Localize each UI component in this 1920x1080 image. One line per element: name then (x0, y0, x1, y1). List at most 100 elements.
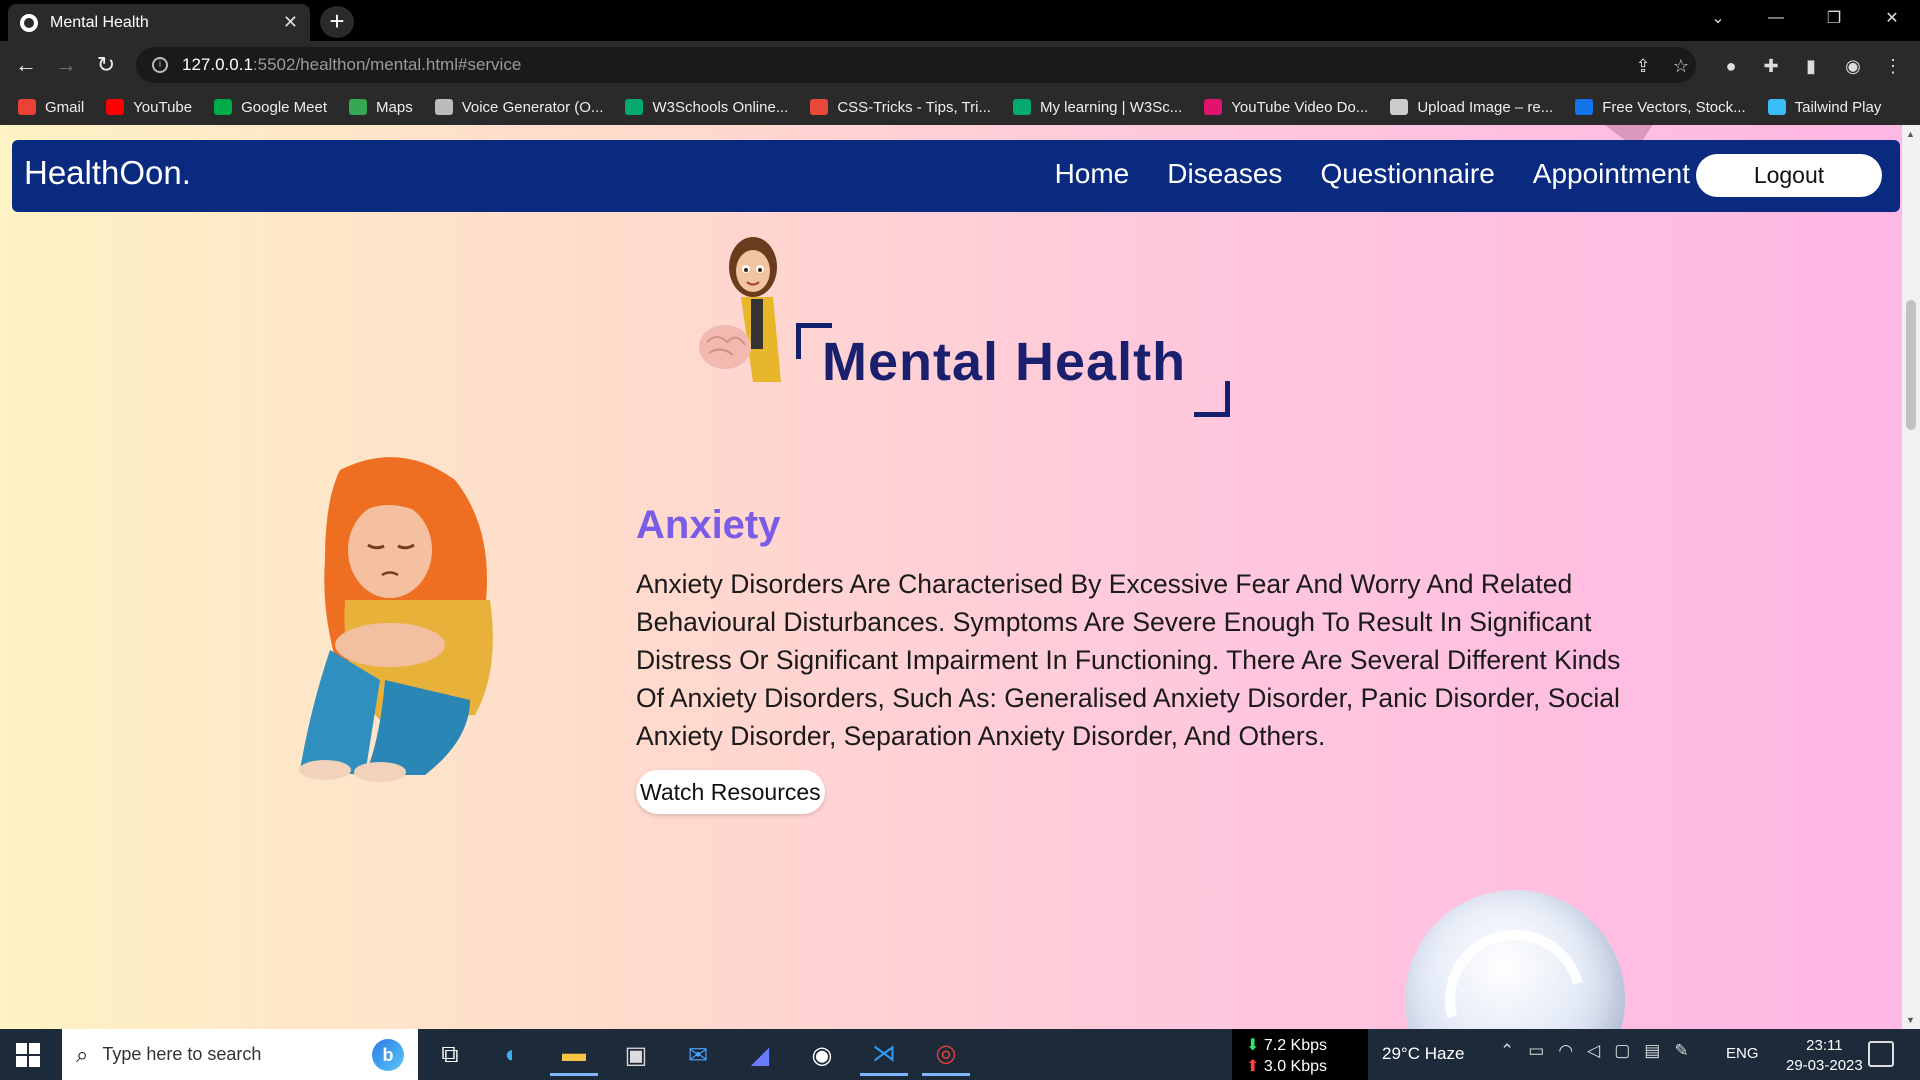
bookmarks-bar: Gmail YouTube Google Meet Maps Voice Generat… (0, 89, 1920, 125)
app-icon[interactable]: ◢ (736, 1034, 784, 1076)
scroll-down-icon[interactable]: ▼ (1906, 1015, 1915, 1025)
watch-resources-button[interactable]: Watch Resources (636, 770, 825, 814)
site-logo[interactable]: HealthOon. (24, 154, 191, 192)
voice-generator-icon (434, 99, 453, 115)
w3schools-icon (625, 99, 644, 115)
download-arrow-icon: ⬇ (1246, 1037, 1260, 1054)
bookmark-label: Maps (376, 98, 413, 116)
tab-title: Mental Health (50, 13, 149, 31)
bookmark-label: W3Schools Online... (652, 98, 789, 116)
nav-link-diseases[interactable]: Diseases (1167, 158, 1282, 190)
page-viewport: HealthOon. Home Diseases Questionnaire A… (0, 125, 1902, 1029)
github-icon[interactable]: ◉ (798, 1034, 846, 1076)
nav-link-appointment[interactable]: Appointment (1533, 158, 1690, 190)
page-scrollbar[interactable]: ▲ ▼ (1902, 125, 1920, 1029)
minimize-icon[interactable]: — (1748, 0, 1804, 36)
address-bar[interactable]: i 127.0.0.1:5502/healthon/mental.html#se… (136, 47, 1696, 83)
battery-icon[interactable]: ▭ (1528, 1041, 1544, 1061)
bing-icon[interactable]: b (372, 1039, 404, 1071)
clock-time: 23:11 (1806, 1037, 1843, 1054)
taskbar-search-box[interactable]: ⌕ Type here to search b (62, 1029, 418, 1080)
display-icon[interactable]: ▤ (1644, 1041, 1660, 1061)
vscode-icon[interactable]: ⋊ (860, 1034, 908, 1076)
new-tab-button[interactable]: + (320, 6, 354, 38)
menu-kebab-icon[interactable]: ⋮ (1880, 53, 1906, 79)
section-description: Anxiety Disorders Are Characterised By E… (636, 569, 1621, 751)
bookmark-item[interactable]: YouTube Video Do... (1204, 99, 1368, 116)
tab-search-icon[interactable]: ⌄ (1690, 0, 1746, 36)
youtube-icon (106, 99, 125, 115)
css-tricks-icon (810, 99, 829, 115)
mail-icon[interactable]: ✉ (674, 1034, 722, 1076)
chevron-up-icon[interactable]: ⌃ (1500, 1041, 1514, 1061)
tab-strip: Mental Health ✕ + ⌄ — ❐ ✕ (0, 0, 1920, 41)
bookmark-item[interactable]: YouTube (106, 99, 192, 116)
site-info-icon[interactable]: i (152, 57, 168, 73)
nav-link-home[interactable]: Home (1055, 158, 1130, 190)
bookmark-item[interactable]: Google Meet (214, 99, 327, 116)
bookmark-item[interactable]: Maps (349, 99, 413, 116)
taskbar-clock[interactable]: 23:11 29-03-2023 (1786, 1036, 1863, 1076)
bookmark-item[interactable]: Upload Image – re... (1390, 99, 1553, 116)
bookmark-item[interactable]: My learning | W3Sc... (1012, 98, 1183, 116)
task-view-icon[interactable]: ⧉ (426, 1034, 474, 1076)
windows-start-icon[interactable] (12, 1041, 48, 1069)
bookmark-item[interactable]: Tailwind Play (1767, 98, 1882, 116)
google-meet-icon (214, 99, 233, 115)
close-window-icon[interactable]: ✕ (1864, 0, 1920, 36)
extension-icon[interactable]: ● (1718, 53, 1744, 79)
weather-widget[interactable]: 29°C Haze (1382, 1044, 1464, 1064)
volume-icon[interactable]: ◁ (1587, 1041, 1600, 1061)
meet-now-icon[interactable]: ▢ (1614, 1041, 1630, 1061)
bookmark-item[interactable]: Free Vectors, Stock... (1575, 99, 1746, 116)
section-title: Anxiety (636, 503, 781, 547)
bookmark-star-icon[interactable]: ☆ (1668, 53, 1694, 79)
w3schools-icon (1012, 99, 1031, 115)
profile-avatar-icon[interactable]: ◉ (1840, 53, 1866, 79)
bookmark-item[interactable]: Voice Generator (O... (434, 98, 604, 116)
network-speed-widget: ⬇ 7.2 Kbps ⬆ 3.0 Kbps (1232, 1029, 1368, 1080)
share-icon[interactable]: ⇪ (1630, 53, 1656, 79)
windows-taskbar: ⌕ Type here to search b ⧉ ◐ ▬ ▣ ✉ ◢ ◉ ⋊ … (0, 1029, 1920, 1080)
reload-icon[interactable]: ↻ (90, 49, 122, 81)
chrome-icon[interactable]: ◎ (922, 1034, 970, 1076)
pen-icon[interactable]: ✎ (1674, 1041, 1688, 1061)
scroll-up-icon[interactable]: ▲ (1906, 129, 1915, 139)
bookmark-item[interactable]: CSS-Tricks - Tips, Tri... (810, 99, 991, 116)
bookmark-label: My learning | W3Sc... (1039, 98, 1183, 116)
sad-girl-illustration (299, 457, 493, 782)
bookmark-label: CSS-Tricks - Tips, Tri... (837, 98, 991, 116)
bookmark-item[interactable]: Gmail (18, 99, 84, 116)
scrollbar-thumb[interactable] (1906, 300, 1916, 430)
nav-link-questionnaire[interactable]: Questionnaire (1320, 158, 1494, 190)
bookmark-label: Voice Generator (O... (461, 98, 604, 116)
extensions-puzzle-icon[interactable]: ✚ (1758, 53, 1784, 79)
store-icon[interactable]: ▣ (612, 1034, 660, 1076)
tab-close-icon[interactable]: ✕ (283, 12, 298, 33)
logout-button[interactable]: Logout (1696, 154, 1882, 197)
bookmark-label: YouTube Video Do... (1231, 98, 1369, 116)
bookmark-label: Tailwind Play (1794, 98, 1882, 116)
side-panel-icon[interactable]: ▮ (1798, 53, 1824, 79)
upload-arrow-icon: ⬆ (1246, 1058, 1260, 1075)
video-downloader-icon (1204, 99, 1223, 115)
back-icon[interactable]: ← (10, 49, 42, 81)
taskbar-search-placeholder: Type here to search (102, 1044, 262, 1064)
edge-icon[interactable]: ◐ (488, 1034, 536, 1076)
url-path: :5502/healthon/mental.html#service (252, 55, 522, 74)
system-tray: ⌃ ▭ ◠ ◁ ▢ ▤ ✎ (1500, 1041, 1689, 1061)
language-indicator[interactable]: ENG (1726, 1045, 1759, 1062)
restore-icon[interactable]: ❐ (1806, 0, 1862, 36)
site-navbar: HealthOon. Home Diseases Questionnaire A… (12, 140, 1900, 212)
notification-icon[interactable] (1868, 1041, 1894, 1067)
url-host: 127.0.0.1 (182, 55, 253, 74)
browser-toolbar: ← → ↻ i 127.0.0.1:5502/healthon/mental.h… (0, 41, 1920, 89)
maps-icon (349, 99, 368, 115)
page-heading: Mental Health (822, 332, 1187, 392)
wifi-icon[interactable]: ◠ (1558, 1041, 1573, 1061)
forward-icon[interactable]: → (50, 49, 82, 81)
freepik-icon (1575, 99, 1594, 115)
file-explorer-icon[interactable]: ▬ (550, 1034, 598, 1076)
browser-tab[interactable]: Mental Health ✕ (8, 4, 310, 41)
bookmark-item[interactable]: W3Schools Online... (625, 99, 788, 116)
